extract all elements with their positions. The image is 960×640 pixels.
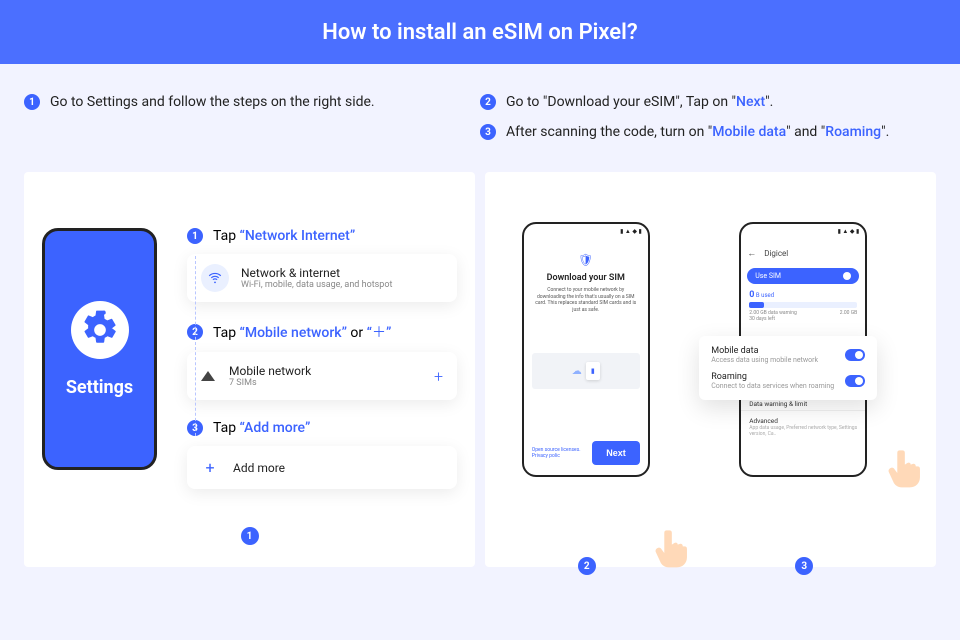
toggle-on-icon[interactable] [845,375,865,387]
panels-row: Settings 1 Tap “Network Internet” Networ… [0,172,960,567]
step-badge-3: 3 [480,124,496,140]
panel-badge-3: 3 [795,557,813,575]
instruction-text-1-pre: Go to Settings and follow the steps on t… [50,94,375,110]
steps-column: 1 Tap “Network Internet” Network & inter… [187,228,457,509]
t3hl1: Mobile data [712,124,786,140]
step3-text: Tap “Add more” [213,420,310,436]
t2a: Go to "Download your eSIM", Tap on " [506,94,736,110]
instruction-row: 1 Go to Settings and follow the steps on… [0,64,960,172]
policy-link[interactable]: Open source licenses. Privacy polic [532,447,592,459]
mobile-data-toggle-row[interactable]: Mobile data Access data using mobile net… [711,346,865,364]
download-sim-title: Download your SIM [532,273,640,283]
panel-badge-2: 2 [578,557,596,575]
t2hl: Next [736,94,765,110]
roaming-toggle-row[interactable]: Roaming Connect to data services when ro… [711,372,865,390]
instruction-item-3: 3 After scanning the code, turn on "Mobi… [480,124,936,140]
mobile-data-card: Mobile data Access data using mobile net… [699,336,877,400]
instruction-text-3: After scanning the code, turn on "Mobile… [506,124,889,140]
s2pre: Tap [213,325,240,341]
status-bar: ▮ ▲ ◆ ▮ [741,224,865,239]
step2-text: Tap “Mobile network” or “＋” [213,322,391,342]
gear-icon [71,301,129,359]
instruction-right: 2 Go to "Download your eSIM", Tap on "Ne… [480,94,936,154]
step-2: 2 Tap “Mobile network” or “＋” Mobile net… [187,322,457,400]
used-value: 0 [749,290,754,300]
s2hl2: “＋” [367,325,392,341]
steps-connector-line [195,256,196,436]
step1-text: Tap “Network Internet” [213,228,355,244]
t3b: ". [881,124,889,140]
t2b: ". [765,94,773,110]
used-label: B used [756,292,774,299]
mobile-data-label: Mobile data [711,346,818,356]
data-limit: 2.00 GB [840,310,858,322]
network-internet-card[interactable]: Network & internet Wi-Fi, mobile, data u… [187,254,457,302]
card2-title: Mobile network [229,364,311,378]
signal-icon [201,371,215,381]
advanced-row[interactable]: Advanced App data usage, Preferred netwo… [741,410,865,439]
s3hl: “Add more” [240,420,311,436]
row-title: Advanced [749,417,857,425]
roaming-sub: Connect to data services when roaming [711,382,834,390]
t3a: After scanning the code, turn on " [506,124,712,140]
s1pre: Tap [213,228,240,244]
shield-icon: 🛡 [532,253,640,267]
settings-label: Settings [66,377,133,398]
carrier-label: Digicel [764,249,788,258]
row-title: Data warning & limit [749,400,857,408]
roaming-label: Roaming [711,372,834,382]
instruction-text-1: Go to Settings and follow the steps on t… [50,94,375,110]
s2hl: “Mobile network” [240,325,347,341]
step-1: 1 Tap “Network Internet” Network & inter… [187,228,457,302]
pointing-hand-icon [887,447,921,489]
add-more-card[interactable]: + Add more [187,446,457,489]
days-left: 30 days left [749,316,775,322]
pointing-hand-icon [654,527,688,569]
phone-mock-3-wrap: ▮ ▲ ◆ ▮ ← Digicel Use SIM 0 B used 2.00 … [739,222,899,547]
sim-chip-icon: ▮ [586,362,600,380]
card2-sub: 7 SIMs [229,378,311,388]
card1-title: Network & internet [241,266,392,280]
step1-badge: 1 [187,228,203,244]
instruction-left: 1 Go to Settings and follow the steps on… [24,94,480,154]
mobile-data-sub: Access data using mobile network [711,356,818,364]
s2post: or [347,325,367,341]
phone-mock-2-wrap: ▮ ▲ ◆ ▮ 🛡 Download your SIM Connect to y… [522,222,682,547]
s3pre: Tap [213,420,240,436]
card1-sub: Wi-Fi, mobile, data usage, and hotspot [241,280,392,290]
page-header: How to install an eSIM on Pixel? [0,0,960,64]
instruction-text-2: Go to "Download your eSIM", Tap on "Next… [506,94,773,110]
plus-icon[interactable]: + [434,367,443,386]
panel-badge-1: 1 [241,527,259,545]
use-sim-label: Use SIM [755,272,781,280]
row-sub: App data usage, Preferred network type, … [749,425,857,437]
settings-phone-mock: Settings [42,228,157,470]
cloud-illustration: ☁ ▮ [532,353,640,389]
status-bar: ▮ ▲ ◆ ▮ [524,224,648,239]
wifi-icon [201,264,229,292]
download-sim-desc: Connect to your mobile network by downlo… [532,287,640,313]
page-title: How to install an eSIM on Pixel? [322,20,637,45]
step-badge-1: 1 [24,94,40,110]
instruction-item-1: 1 Go to Settings and follow the steps on… [24,94,480,110]
toggle-on-icon[interactable] [845,349,865,361]
cloud-icon: ☁ [572,366,582,377]
panel-left: Settings 1 Tap “Network Internet” Networ… [24,172,475,567]
s1hl: “Network Internet” [240,228,356,244]
card3-title: Add more [233,461,285,475]
back-icon[interactable]: ← [747,249,756,259]
t3m: " and " [786,124,825,140]
plus-icon: + [201,458,219,477]
data-usage-bar [749,302,857,308]
step-3: 3 Tap “Add more” + Add more [187,420,457,489]
use-sim-toggle[interactable]: Use SIM [747,268,859,284]
panel-right: ▮ ▲ ◆ ▮ 🛡 Download your SIM Connect to y… [485,172,936,567]
instruction-item-2: 2 Go to "Download your eSIM", Tap on "Ne… [480,94,936,110]
toggle-on-icon [843,272,851,280]
mobile-network-card[interactable]: Mobile network 7 SIMs + [187,352,457,400]
step-badge-2: 2 [480,94,496,110]
t3hl2: Roaming [825,124,881,140]
phone-mock-2: ▮ ▲ ◆ ▮ 🛡 Download your SIM Connect to y… [522,222,650,477]
next-button[interactable]: Next [592,441,640,465]
